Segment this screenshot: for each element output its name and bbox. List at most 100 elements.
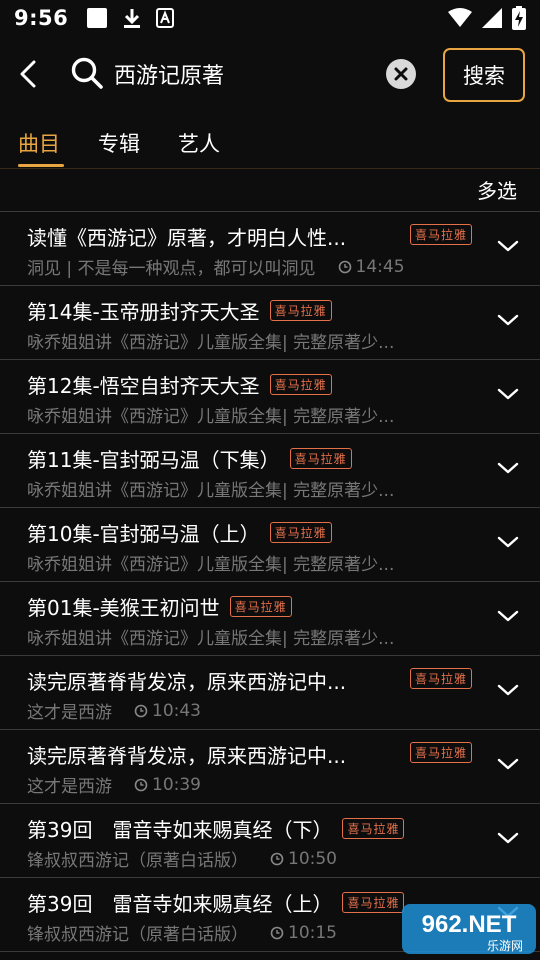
source-badge: 喜马拉雅 [269,299,332,321]
result-row[interactable]: 读完原著脊背发凉，原来西游记中... 喜马拉雅这才是西游 10:39 [0,730,540,804]
result-subtitle-line: 这才是西游 10:39 [27,772,201,798]
result-title-line: 读完原著脊背发凉，原来西游记中... [27,665,346,695]
result-subtitle: 洞见 | 不是每一种观点，都可以叫洞见 [27,259,316,279]
result-title-line: 第14集-玉帝册封齐天大圣 喜马拉雅 [27,295,332,325]
tab-artists[interactable]: 艺人 [178,128,220,158]
clear-search-button[interactable] [386,59,416,89]
chevron-down-icon[interactable] [496,238,520,254]
result-row[interactable]: 读懂《西游记》原著，才明白人性... 喜马拉雅洞见 | 不是每一种观点，都可以叫洞… [0,212,540,286]
clock-icon [270,852,284,865]
result-duration: 10:43 [134,701,201,721]
back-button[interactable] [12,56,44,92]
chevron-down-icon[interactable] [496,756,520,772]
result-duration: 10:15 [270,923,337,943]
result-duration: 10:50 [270,849,337,869]
result-title: 第14集-玉帝册封齐天大圣 [27,299,260,324]
tab-active-indicator [18,164,64,167]
tab-albums[interactable]: 专辑 [98,128,140,158]
search-button[interactable]: 搜索 [443,48,525,102]
app-a-icon [156,8,175,28]
result-subtitle-line: 咏乔姐姐讲《西游记》儿童版全集| 完整原著少... [27,550,394,575]
chevron-down-icon[interactable] [496,386,520,402]
result-subtitle-line: 锋叔叔西游记（原著白话版） 10:50 [27,846,337,872]
notification-square-icon [87,8,108,28]
result-duration-text: 10:39 [152,774,201,795]
result-title: 读完原著脊背发凉，原来西游记中... [27,669,347,694]
search-icon [71,57,103,89]
signal-icon [482,8,502,28]
tab-tracks[interactable]: 曲目 [18,128,60,158]
chevron-down-icon[interactable] [496,460,520,476]
result-duration: 10:39 [134,775,201,795]
result-subtitle: 咏乔姐姐讲《西游记》儿童版全集| 完整原著少... [27,333,395,353]
result-row[interactable]: 第12集-悟空自封齐天大圣 喜马拉雅咏乔姐姐讲《西游记》儿童版全集| 完整原著少.… [0,360,540,434]
result-title: 第39回 雷音寺如来赐真经（下） [27,817,333,842]
chevron-down-icon[interactable] [496,312,520,328]
watermark-logo: 962.NET 乐游网 [402,904,536,954]
battery-charging-icon [512,6,526,30]
status-time: 9:56 [14,6,69,30]
wifi-icon [448,8,472,27]
result-row[interactable]: 第11集-官封弼马温（下集） 喜马拉雅咏乔姐姐讲《西游记》儿童版全集| 完整原著少… [0,434,540,508]
result-subtitle: 这才是西游 [27,777,112,797]
result-subtitle: 锋叔叔西游记（原著白话版） [27,851,248,871]
source-badge: 喜马拉雅 [410,668,473,689]
result-subtitle-line: 咏乔姐姐讲《西游记》儿童版全集| 完整原著少... [27,476,394,501]
result-title: 读完原著脊背发凉，原来西游记中... [27,743,347,768]
svg-text:乐游网: 乐游网 [487,939,523,953]
source-badge: 喜马拉雅 [269,521,332,543]
notification-icons [86,7,175,29]
chevron-down-icon[interactable] [496,830,520,846]
search-header: 搜索 [0,42,540,106]
source-badge: 喜马拉雅 [342,817,405,839]
chevron-down-icon[interactable] [496,608,520,624]
result-title-line: 第10集-官封弼马温（上） 喜马拉雅 [27,517,332,547]
result-duration: 14:45 [338,257,405,277]
result-row[interactable]: 读完原著脊背发凉，原来西游记中... 喜马拉雅这才是西游 10:43 [0,656,540,730]
result-duration-text: 10:43 [152,700,201,721]
source-badge: 喜马拉雅 [410,224,473,245]
result-subtitle-line: 这才是西游 10:43 [27,698,201,724]
result-title: 第39回 雷音寺如来赐真经（上） [27,891,333,916]
result-subtitle-line: 锋叔叔西游记（原著白话版） 10:15 [27,920,337,946]
result-row[interactable]: 第10集-官封弼马温（上） 喜马拉雅咏乔姐姐讲《西游记》儿童版全集| 完整原著少.… [0,508,540,582]
result-duration-text: 10:50 [288,848,337,869]
result-row[interactable]: 第14集-玉帝册封齐天大圣 喜马拉雅咏乔姐姐讲《西游记》儿童版全集| 完整原著少.… [0,286,540,360]
result-row[interactable]: 第01集-美猴王初问世 喜马拉雅咏乔姐姐讲《西游记》儿童版全集| 完整原著少... [0,582,540,656]
result-title-line: 第39回 雷音寺如来赐真经（上） 喜马拉雅 [27,887,405,917]
result-subtitle-line: 咏乔姐姐讲《西游记》儿童版全集| 完整原著少... [27,402,394,427]
result-subtitle-line: 咏乔姐姐讲《西游记》儿童版全集| 完整原著少... [27,624,394,649]
result-title-line: 第01集-美猴王初问世 喜马拉雅 [27,591,292,621]
result-subtitle: 咏乔姐姐讲《西游记》儿童版全集| 完整原著少... [27,629,395,649]
result-title-line: 第39回 雷音寺如来赐真经（下） 喜马拉雅 [27,813,405,843]
result-title-line: 读懂《西游记》原著，才明白人性... [27,221,346,251]
result-title-line: 读完原著脊背发凉，原来西游记中... [27,739,346,769]
close-icon [394,67,408,81]
divider [0,168,540,169]
status-bar: 9:56 [0,0,540,36]
result-title-line: 第11集-官封弼马温（下集） 喜马拉雅 [27,443,352,473]
result-duration-text: 10:15 [288,922,337,943]
result-title: 第11集-官封弼马温（下集） [27,447,280,472]
result-subtitle: 锋叔叔西游记（原著白话版） [27,925,248,945]
result-title-line: 第12集-悟空自封齐天大圣 喜马拉雅 [27,369,332,399]
chevron-down-icon[interactable] [496,682,520,698]
source-badge: 喜马拉雅 [289,447,352,469]
result-row[interactable]: 第39回 雷音寺如来赐真经（下） 喜马拉雅锋叔叔西游记（原著白话版） 10:50 [0,804,540,878]
search-input[interactable] [114,56,376,92]
result-duration-text: 14:45 [355,256,405,277]
download-icon [124,9,141,28]
result-subtitle: 咏乔姐姐讲《西游记》儿童版全集| 完整原著少... [27,555,395,575]
result-subtitle: 咏乔姐姐讲《西游记》儿童版全集| 完整原著少... [27,407,395,427]
svg-text:962.NET: 962.NET [422,911,517,938]
source-badge: 喜马拉雅 [410,742,473,763]
source-badge: 喜马拉雅 [229,595,292,617]
back-arrow-icon [20,60,36,88]
result-title: 第10集-官封弼马温（上） [27,521,260,546]
result-subtitle-line: 咏乔姐姐讲《西游记》儿童版全集| 完整原著少... [27,328,394,353]
chevron-down-icon[interactable] [496,534,520,550]
multiselect-button[interactable]: 多选 [477,175,517,204]
result-title: 第01集-美猴王初问世 [27,595,220,620]
result-subtitle: 这才是西游 [27,703,112,723]
result-title: 读懂《西游记》原著，才明白人性... [27,225,347,250]
